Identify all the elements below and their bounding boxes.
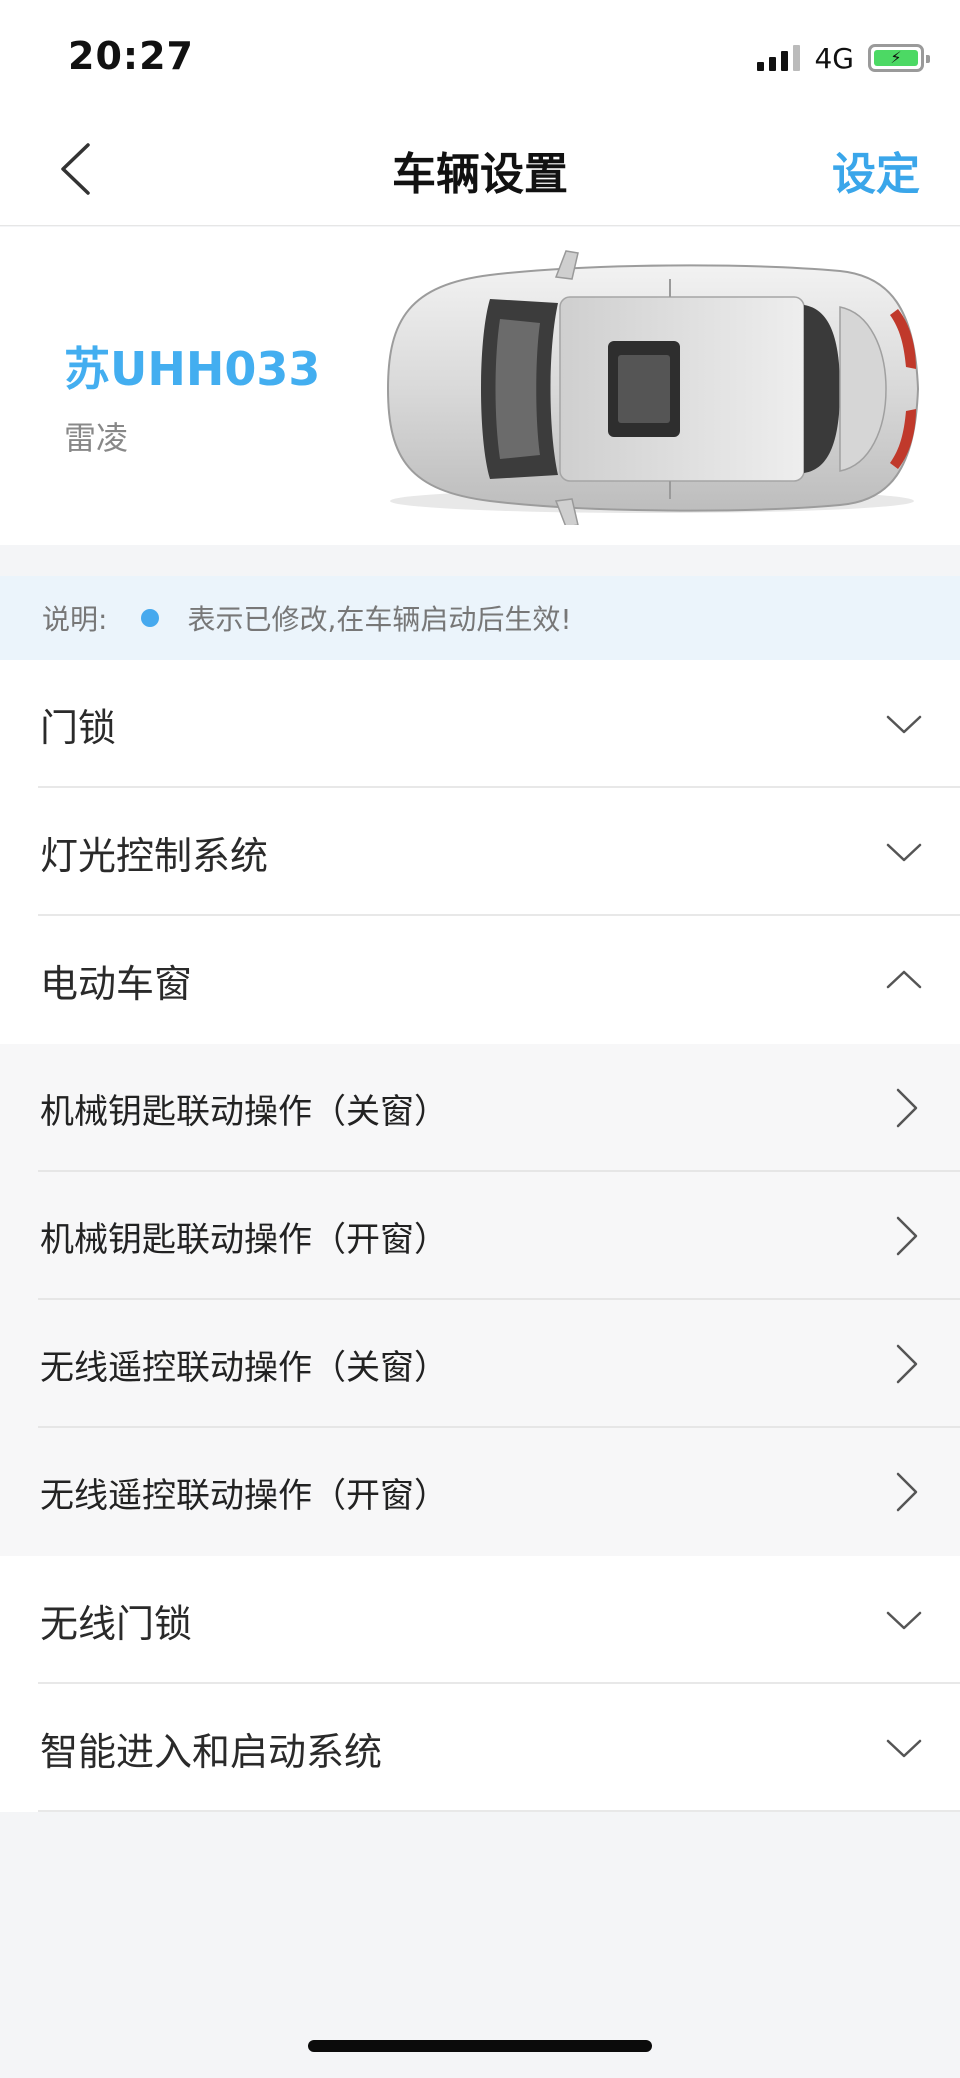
chevron-right-icon — [896, 1344, 918, 1384]
setting-item-label: 无线遥控联动操作（关窗） — [40, 1347, 448, 1388]
battery-icon: ⚡ — [868, 44, 930, 72]
section-wireless-door-lock[interactable]: 无线门锁 — [0, 1556, 960, 1684]
chevron-up-icon — [886, 970, 922, 989]
modified-indicator-dot-icon — [141, 609, 160, 627]
navigation-bar: 车辆设置 设定 — [0, 110, 960, 226]
license-plate: 苏UHH033 — [64, 342, 321, 396]
setting-item[interactable]: 无线遥控联动操作（关窗） — [0, 1300, 960, 1428]
car-top-view-image — [386, 250, 920, 525]
battery-charging-icon: ⚡ — [874, 50, 918, 66]
section-door-lock[interactable]: 门锁 — [0, 660, 960, 788]
setting-item[interactable]: 无线遥控联动操作（开窗） — [0, 1428, 960, 1556]
vehicle-card: 苏UHH033 雷凌 — [0, 227, 960, 545]
status-time: 20:27 — [68, 34, 194, 78]
status-bar: 20:27 4G ⚡ — [0, 0, 960, 110]
section-label: 电动车窗 — [40, 961, 193, 1006]
page-title: 车辆设置 — [392, 149, 568, 200]
section-lighting-control[interactable]: 灯光控制系统 — [0, 788, 960, 916]
chevron-right-icon — [896, 1472, 918, 1512]
chevron-down-icon — [886, 843, 922, 862]
setting-item-label: 机械钥匙联动操作（开窗） — [40, 1219, 448, 1260]
section-label: 无线门锁 — [40, 1601, 193, 1646]
set-button[interactable]: 设定 — [832, 138, 920, 202]
divider — [38, 1810, 960, 1812]
note-text: 表示已修改,在车辆启动后生效! — [187, 603, 572, 636]
section-smart-entry-start[interactable]: 智能进入和启动系统 — [0, 1684, 960, 1812]
section-label: 门锁 — [40, 705, 117, 750]
setting-item[interactable]: 机械钥匙联动操作（开窗） — [0, 1172, 960, 1300]
setting-item[interactable]: 机械钥匙联动操作（关窗） — [0, 1044, 960, 1172]
setting-item-label: 无线遥控联动操作（开窗） — [40, 1475, 448, 1516]
section-label: 灯光控制系统 — [40, 833, 269, 878]
note-label: 说明: — [42, 603, 108, 636]
status-indicators: 4G ⚡ — [757, 40, 930, 76]
modification-note: 说明: 表示已修改,在车辆启动后生效! — [0, 576, 960, 660]
section-power-windows[interactable]: 电动车窗 — [0, 916, 960, 1044]
chevron-right-icon — [896, 1088, 918, 1128]
setting-item-label: 机械钥匙联动操作（关窗） — [40, 1091, 448, 1132]
section-label: 智能进入和启动系统 — [40, 1729, 383, 1774]
chevron-down-icon — [886, 1611, 922, 1630]
vehicle-settings-screen: 20:27 4G ⚡ 车辆设置 设定 苏UHH033 雷凌 说明: 表示已修改,… — [0, 0, 960, 2078]
settings-list: 门锁 灯光控制系统 电动车窗 机械钥匙联动操作（关窗） 机械钥匙联动操作（开窗）… — [0, 660, 960, 1812]
chevron-right-icon — [896, 1216, 918, 1256]
chevron-down-icon — [886, 1739, 922, 1758]
signal-strength-icon — [757, 45, 801, 71]
network-type: 4G — [814, 41, 854, 75]
chevron-down-icon — [886, 715, 922, 734]
vehicle-model: 雷凌 — [64, 419, 129, 457]
home-indicator[interactable] — [308, 2040, 652, 2052]
